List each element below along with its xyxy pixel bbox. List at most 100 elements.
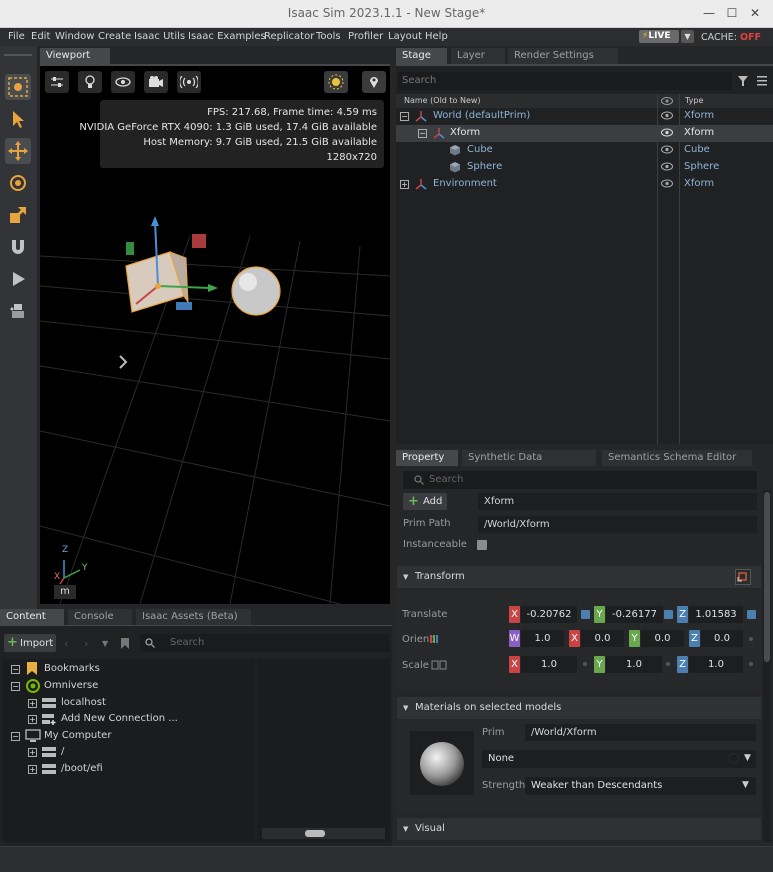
- snap-tool-button[interactable]: [5, 234, 31, 260]
- material-select[interactable]: None ◯ ▼: [482, 750, 756, 768]
- translate-y-field[interactable]: -0.26177: [606, 606, 663, 623]
- stage-search-input[interactable]: Search: [398, 72, 732, 90]
- menu-window[interactable]: Window: [55, 31, 94, 42]
- cache-status[interactable]: CACHE: OFF: [701, 32, 761, 43]
- scale-tool-button[interactable]: [5, 202, 31, 228]
- camera-button[interactable]: [144, 71, 168, 93]
- bookmark-icon[interactable]: [120, 637, 130, 650]
- units-badge[interactable]: m: [54, 585, 76, 599]
- expand-icon[interactable]: +: [28, 699, 37, 708]
- key-indicator[interactable]: [664, 610, 673, 619]
- visibility-eye-icon[interactable]: [661, 128, 673, 137]
- back-arrow-icon[interactable]: ‹: [64, 637, 68, 650]
- tab-isaac-assets[interactable]: Isaac Assets (Beta): [136, 609, 251, 625]
- menu-layout[interactable]: Layout: [388, 31, 422, 42]
- pointer-tool-button[interactable]: [5, 106, 31, 132]
- material-preview[interactable]: [410, 731, 474, 795]
- tab-synthetic-data-recorder[interactable]: Synthetic Data Recorder: [462, 450, 596, 479]
- key-indicator[interactable]: [749, 662, 753, 666]
- tree-item-add-connection[interactable]: + Add New Connection ...: [28, 712, 248, 728]
- live-button[interactable]: ⚡LIVE: [639, 30, 679, 43]
- key-indicator[interactable]: [583, 662, 587, 666]
- key-indicator[interactable]: [749, 637, 753, 641]
- tab-console[interactable]: Console: [68, 609, 132, 625]
- filter-icon[interactable]: [737, 75, 749, 87]
- prim-name-field[interactable]: Xform: [478, 493, 757, 510]
- visibility-eye-icon[interactable]: [661, 162, 673, 171]
- tab-property[interactable]: Property: [396, 450, 458, 466]
- scrollbar-thumb[interactable]: [764, 492, 770, 662]
- sun-button[interactable]: [324, 71, 348, 93]
- column-type[interactable]: Type: [685, 96, 703, 105]
- maximize-button[interactable]: ☐: [723, 5, 741, 21]
- strength-select[interactable]: Weaker than Descendants ▼: [525, 777, 756, 795]
- key-indicator[interactable]: [666, 662, 670, 666]
- stage-row-world[interactable]: − World (defaultPrim) Xform: [396, 108, 773, 125]
- tab-render-settings[interactable]: Render Settings: [508, 48, 618, 64]
- expand-icon[interactable]: +: [28, 748, 37, 757]
- close-button[interactable]: ✕: [746, 5, 764, 21]
- select-mode-button[interactable]: [5, 74, 31, 100]
- history-dropdown-icon[interactable]: ▼: [102, 639, 108, 648]
- content-search-input[interactable]: Search: [140, 634, 390, 652]
- tree-item-omniverse[interactable]: − Omniverse: [11, 679, 251, 695]
- import-button[interactable]: + Import: [4, 634, 56, 652]
- instanceable-checkbox[interactable]: [477, 540, 487, 550]
- lighting-button[interactable]: [78, 71, 102, 93]
- column-name[interactable]: Name (Old to New): [404, 96, 481, 105]
- menu-tools[interactable]: Tools: [316, 31, 341, 42]
- orient-w-field[interactable]: 1.0: [521, 630, 564, 647]
- menu-isaac-examples[interactable]: Isaac Examples: [188, 31, 266, 42]
- menu-help[interactable]: Help: [425, 31, 448, 42]
- location-button[interactable]: [362, 71, 386, 93]
- stage-row-environment[interactable]: + Environment Xform: [396, 176, 773, 193]
- orient-x-field[interactable]: 0.0: [581, 630, 624, 647]
- rotate-tool-button[interactable]: [5, 170, 31, 196]
- stage-row-cube[interactable]: Cube Cube: [396, 142, 773, 159]
- key-indicator[interactable]: [581, 610, 590, 619]
- stream-button[interactable]: [177, 71, 201, 93]
- menu-profiler[interactable]: Profiler: [348, 31, 383, 42]
- menu-file[interactable]: File: [8, 31, 25, 42]
- translate-x-field[interactable]: -0.20762: [521, 606, 577, 623]
- collapse-icon[interactable]: −: [11, 665, 20, 674]
- menu-replicator[interactable]: Replicator: [264, 31, 314, 42]
- physics-tool-button[interactable]: [5, 298, 31, 324]
- link-scale-icon[interactable]: [431, 660, 447, 670]
- scale-x-field[interactable]: 1.0: [521, 656, 577, 673]
- tree-item-boot-efi[interactable]: + /boot/efi: [28, 762, 248, 778]
- minimize-button[interactable]: —: [700, 5, 718, 21]
- play-button[interactable]: [5, 266, 31, 292]
- tab-semantics-schema-editor[interactable]: Semantics Schema Editor: [602, 450, 752, 466]
- expand-icon[interactable]: +: [28, 765, 37, 774]
- stage-row-sphere[interactable]: Sphere Sphere: [396, 159, 773, 176]
- scrollbar-thumb[interactable]: [305, 830, 325, 837]
- translate-z-field[interactable]: 1.01583: [689, 606, 743, 623]
- property-search-input[interactable]: Search: [403, 471, 757, 489]
- tab-content[interactable]: Content: [0, 609, 64, 625]
- prim-path-field[interactable]: /World/Xform: [478, 516, 757, 533]
- transform-section-header[interactable]: ▼ Transform: [397, 566, 761, 588]
- transform-options-icon[interactable]: [735, 569, 751, 585]
- menu-edit[interactable]: Edit: [31, 31, 50, 42]
- visibility-button[interactable]: [111, 71, 135, 93]
- tab-layer[interactable]: Layer: [451, 48, 505, 64]
- add-button[interactable]: + Add: [403, 493, 447, 510]
- orient-y-field[interactable]: 0.0: [641, 630, 684, 647]
- visibility-eye-icon[interactable]: [661, 179, 673, 188]
- menu-create[interactable]: Create: [98, 31, 131, 42]
- tree-item-bookmarks[interactable]: − Bookmarks: [11, 662, 251, 678]
- collapse-icon[interactable]: −: [11, 682, 20, 691]
- material-prim-field[interactable]: /World/Xform: [525, 724, 756, 741]
- expand-icon[interactable]: +: [28, 715, 37, 724]
- expand-icon[interactable]: +: [400, 180, 409, 189]
- visual-section-header[interactable]: ▼ Visual: [397, 818, 761, 840]
- visibility-eye-icon[interactable]: [661, 145, 673, 154]
- collapse-icon[interactable]: −: [418, 129, 427, 138]
- tree-item-localhost[interactable]: + localhost: [28, 696, 248, 712]
- tab-stage[interactable]: Stage: [396, 48, 447, 64]
- orient-z-field[interactable]: 0.0: [701, 630, 743, 647]
- move-tool-button[interactable]: [5, 138, 31, 164]
- scale-z-field[interactable]: 1.0: [689, 656, 743, 673]
- menu-isaac-utils[interactable]: Isaac Utils: [134, 31, 185, 42]
